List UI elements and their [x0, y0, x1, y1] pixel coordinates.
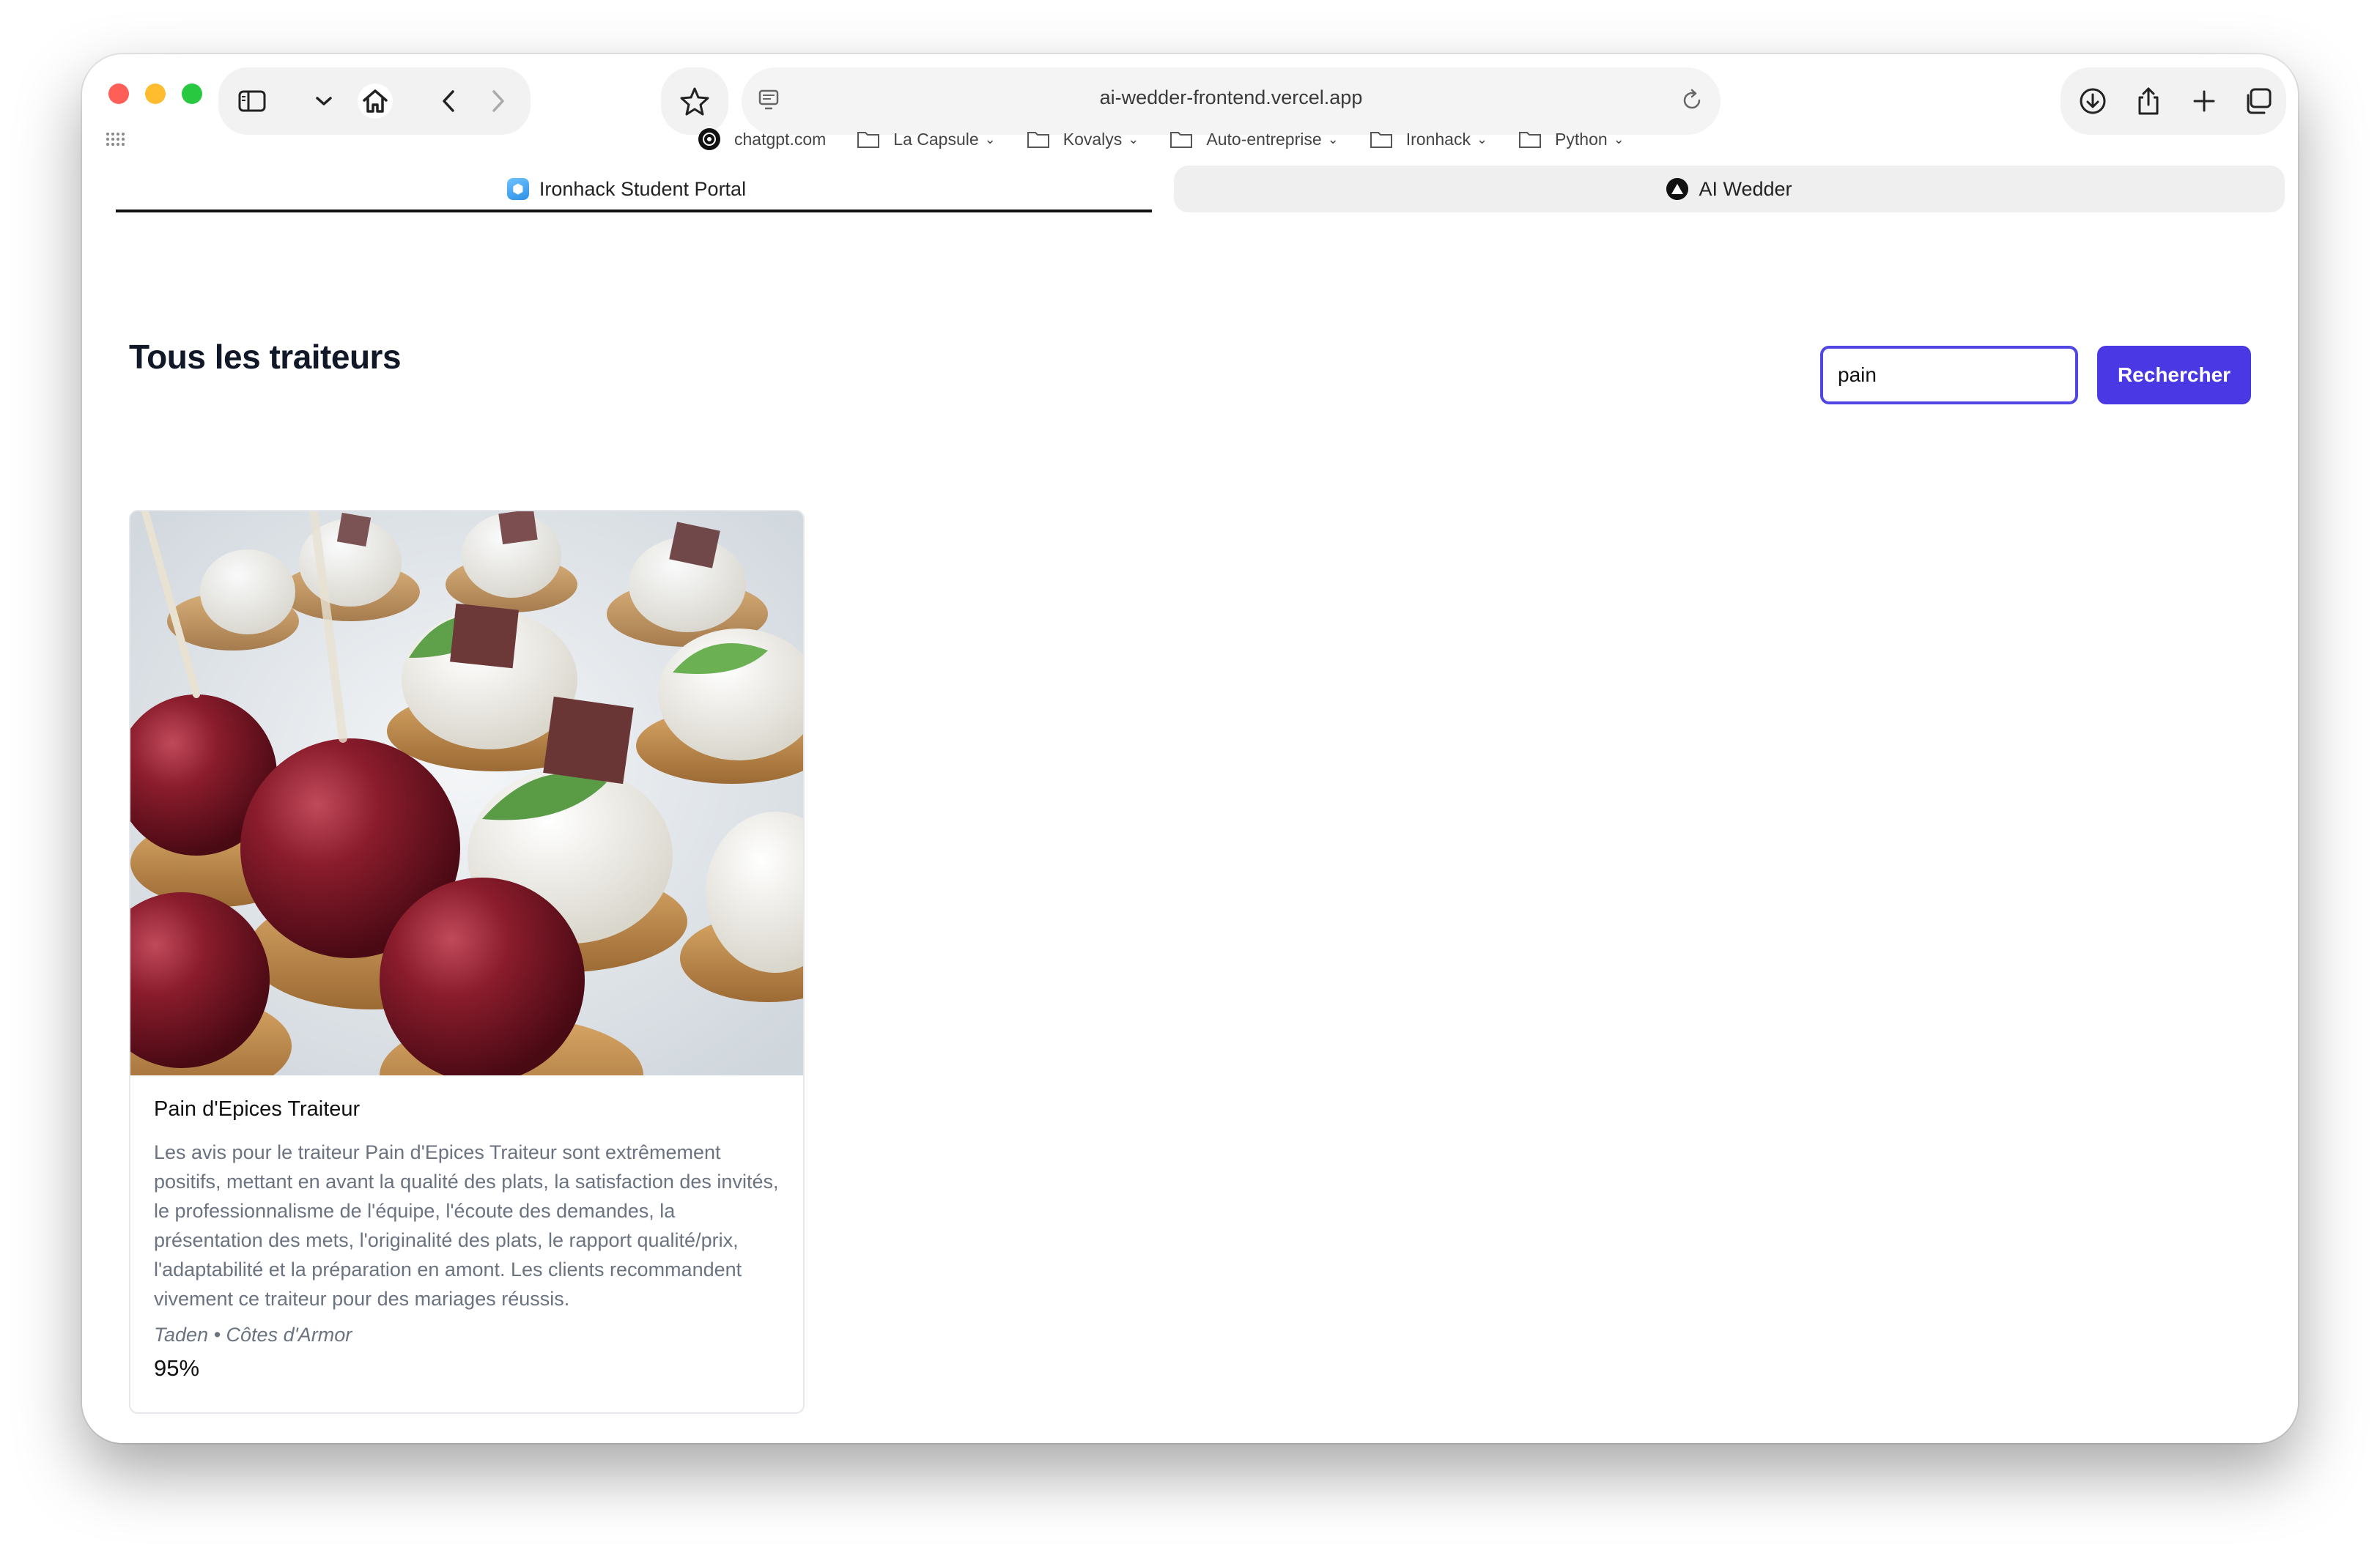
address-url[interactable]: ai-wedder-frontend.vercel.app — [742, 86, 1721, 109]
caterer-score: 95% — [154, 1355, 200, 1381]
tab-ai-wedder[interactable]: AI Wedder — [1174, 166, 2285, 212]
chevron-down-icon: ⌄ — [984, 131, 996, 147]
zoom-window-button[interactable] — [182, 84, 202, 104]
minimize-window-button[interactable] — [145, 84, 166, 104]
chevron-down-icon: ⌄ — [1327, 131, 1339, 147]
close-window-button[interactable] — [108, 84, 129, 104]
bookmark-folder-la-capsule[interactable]: La Capsule ⌄ — [857, 129, 996, 149]
folder-icon — [1519, 132, 1542, 148]
browser-window: ai-wedder-frontend.vercel.app chatgpt.co… — [82, 54, 2298, 1443]
app-grid-icon[interactable] — [106, 132, 126, 152]
bookmark-label: Kovalys — [1062, 129, 1123, 149]
folder-icon — [1027, 132, 1049, 148]
back-icon[interactable] — [431, 84, 466, 119]
tab-label: AI Wedder — [1699, 177, 1792, 200]
bookmarks-bar: chatgpt.com La Capsule ⌄ Kovalys ⌄ Auto-… — [698, 125, 1625, 154]
search-input[interactable] — [1820, 346, 2078, 404]
page-content: Tous les traiteurs Rechercher — [82, 215, 2298, 1443]
ai-wedder-favicon-icon — [1666, 178, 1689, 200]
new-tab-icon[interactable] — [2187, 84, 2222, 119]
bookmark-folder-auto-entreprise[interactable]: Auto-entreprise ⌄ — [1169, 129, 1339, 149]
tab-overview-icon[interactable] — [2241, 84, 2276, 119]
bookmark-folder-ironhack[interactable]: Ironhack ⌄ — [1370, 130, 1488, 149]
caterer-photo — [130, 511, 803, 1075]
folder-icon — [857, 132, 880, 148]
home-icon[interactable] — [358, 84, 393, 119]
bookmark-chatgpt[interactable]: chatgpt.com — [698, 127, 826, 151]
bookmark-label: Auto-entreprise — [1206, 129, 1322, 149]
caterer-card-body: Pain d'Epices Traiteur Les avis pour le … — [154, 1097, 784, 1382]
bookmark-label: La Capsule — [893, 129, 979, 149]
chevron-down-icon: ⌄ — [1128, 131, 1139, 147]
caterer-card[interactable]: Pain d'Epices Traiteur Les avis pour le … — [129, 510, 805, 1414]
page-title: Tous les traiteurs — [129, 338, 402, 376]
star-icon — [680, 86, 709, 116]
desktop: ai-wedder-frontend.vercel.app chatgpt.co… — [0, 0, 2380, 1553]
bookmark-label: Python — [1555, 129, 1608, 149]
bookmark-folder-python[interactable]: Python ⌄ — [1518, 130, 1625, 149]
tab-bar: ⬢ Ironhack Student Portal AI Wedder — [95, 166, 2285, 212]
share-icon[interactable] — [2131, 84, 2166, 119]
caterer-description: Les avis pour le traiteur Pain d'Epices … — [154, 1141, 779, 1310]
reload-icon[interactable] — [1679, 88, 1704, 116]
tab-label: Ironhack Student Portal — [539, 177, 747, 200]
caterer-name: Pain d'Epices Traiteur — [154, 1097, 361, 1121]
bookmark-folder-kovalys[interactable]: Kovalys ⌄ — [1027, 130, 1139, 149]
ironhack-favicon-icon: ⬢ — [506, 178, 529, 200]
window-controls — [108, 84, 202, 104]
search-button[interactable]: Rechercher — [2097, 346, 2251, 404]
bookmark-label: Ironhack — [1405, 129, 1471, 149]
download-icon[interactable] — [2075, 84, 2110, 119]
tab-ironhack-student-portal[interactable]: ⬢ Ironhack Student Portal — [95, 166, 1158, 212]
caterer-location: Taden • Côtes d'Armor — [154, 1324, 352, 1346]
bookmark-label: chatgpt.com — [734, 129, 827, 149]
chevron-down-icon: ⌄ — [1613, 131, 1625, 147]
sidebar-toggle-icon[interactable] — [234, 84, 270, 119]
folder-icon — [1170, 132, 1193, 148]
chevron-down-icon: ⌄ — [1476, 131, 1488, 147]
folder-icon — [1370, 132, 1392, 148]
history-nav — [416, 67, 531, 135]
nav-group-right — [2061, 67, 2286, 135]
chatgpt-icon — [698, 128, 720, 150]
browser-toolbar: ai-wedder-frontend.vercel.app chatgpt.co… — [82, 54, 2298, 215]
chevron-down-icon[interactable] — [306, 84, 341, 119]
forward-icon[interactable] — [481, 84, 516, 119]
